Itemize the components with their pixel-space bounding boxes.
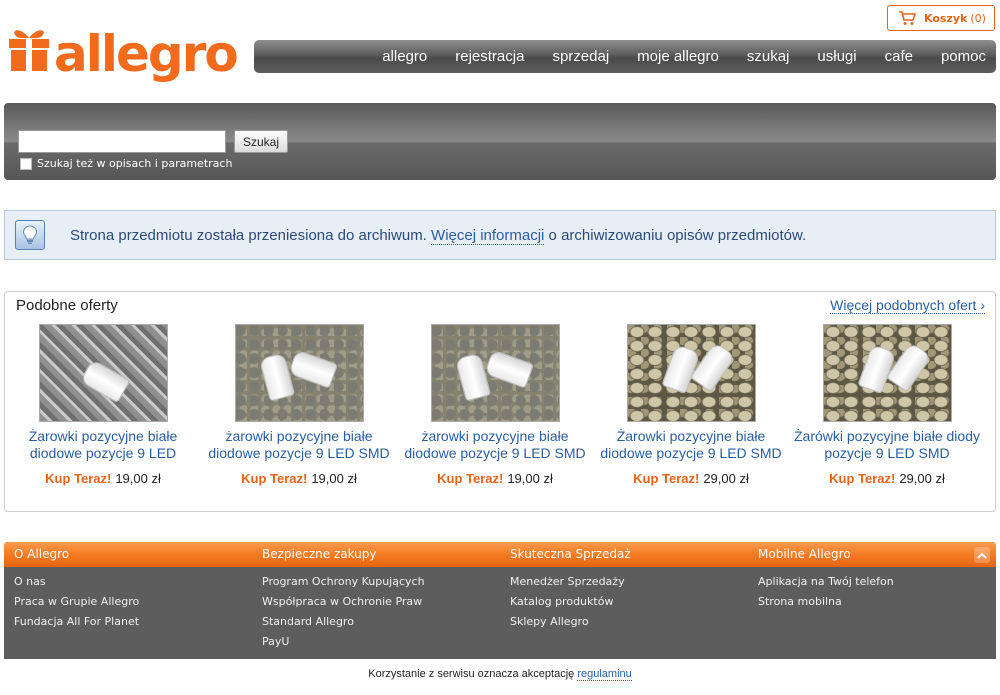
nav-item-uslugi[interactable]: usługi [817, 48, 856, 65]
footer-header: O Allegro Bezpieczne zakupy Skuteczna Sp… [4, 542, 996, 567]
offer-item[interactable]: żarowki pozycyjne białe diodowe pozycje … [204, 324, 394, 486]
offer-price-row: Kup Teraz! 19,00 zł [204, 471, 394, 486]
footer-link-ochrona-kupujacych[interactable]: Program Ochrony Kupujących [262, 572, 425, 592]
offer-image[interactable] [626, 324, 756, 422]
cart-count: (0) [970, 11, 986, 25]
search-descriptions-label: Szukaj też w opisach i parametrach [37, 157, 233, 170]
archive-notice: Strona przedmiotu została przeniesiona d… [4, 210, 996, 260]
buy-now-label: Kup Teraz! [633, 471, 700, 486]
terms-notice: Korzystanie z serwisu oznacza akceptację… [0, 668, 1000, 681]
offer-price: 19,00 zł [507, 471, 553, 486]
offer-price: 29,00 zł [899, 471, 945, 486]
cart-label: Koszyk [924, 11, 968, 25]
footer-heading-bezpieczne-zakupy: Bezpieczne zakupy [262, 547, 377, 561]
archive-message: Strona przedmiotu została przeniesiona d… [70, 226, 807, 245]
search-bar: Szukaj Szukaj też w opisach i parametrac… [4, 103, 996, 180]
footer-collapse-button[interactable] [974, 547, 990, 563]
footer-link-sklepy-allegro[interactable]: Sklepy Allegro [510, 612, 625, 632]
logo-text: allegro [54, 25, 239, 83]
footer-link-payu[interactable]: PayU [262, 632, 425, 652]
search-descriptions-checkbox[interactable] [20, 158, 32, 170]
more-similar-offers-link[interactable]: Więcej podobnych ofert › [830, 297, 985, 314]
gift-logo-icon [9, 30, 49, 71]
cart-button[interactable]: Koszyk (0) [887, 5, 995, 31]
footer-link-katalog-produktow[interactable]: Katalog produktów [510, 592, 625, 612]
more-info-link[interactable]: Więcej informacji [431, 226, 545, 245]
buy-now-label: Kup Teraz! [437, 471, 504, 486]
allegro-logo[interactable]: allegro [8, 25, 239, 88]
offer-item[interactable]: Żarowki pozycyjne białe diodowe pozycje … [8, 324, 198, 486]
footer-links: O nas Praca w Grupie Allegro Fundacja Al… [4, 567, 996, 659]
offer-title[interactable]: żarowki pozycyjne białe diodowe pozycje … [204, 428, 394, 462]
footer-link-o-nas[interactable]: O nas [14, 572, 139, 592]
nav-item-moje-allegro[interactable]: moje allegro [637, 48, 719, 65]
nav-item-sprzedaj[interactable]: sprzedaj [552, 48, 609, 65]
offer-image[interactable] [234, 324, 364, 422]
buy-now-label: Kup Teraz! [829, 471, 896, 486]
terms-link[interactable]: regulaminu [577, 668, 632, 681]
offer-price: 29,00 zł [703, 471, 749, 486]
offer-item[interactable]: żarowki pozycyjne białe diodowe pozycje … [400, 324, 590, 486]
archive-text-2: o archiwizowaniu opisów przedmiotów. [544, 226, 807, 244]
footer-link-aplikacja[interactable]: Aplikacja na Twój telefon [758, 572, 894, 592]
footer-link-fundacja[interactable]: Fundacja All For Planet [14, 612, 139, 632]
footer-heading-skuteczna-sprzedaz: Skuteczna Sprzedaż [510, 547, 631, 561]
offer-item[interactable]: Żarówki pozycyjne białe diody pozycje 9 … [792, 324, 982, 486]
footer-link-standard-allegro[interactable]: Standard Allegro [262, 612, 425, 632]
main-nav: allegro rejestracja sprzedaj moje allegr… [254, 40, 996, 73]
nav-item-szukaj[interactable]: szukaj [747, 48, 790, 65]
archive-text-1: Strona przedmiotu została przeniesiona d… [70, 226, 432, 244]
similar-offers: Podobne oferty Więcej podobnych ofert › … [4, 291, 996, 512]
buy-now-label: Kup Teraz! [241, 471, 308, 486]
search-input[interactable] [18, 130, 226, 153]
offer-title[interactable]: Żarówki pozycyjne białe diody pozycje 9 … [792, 428, 982, 462]
lightbulb-icon [15, 220, 45, 250]
footer-link-menedzer-sprzedazy[interactable]: Menedżer Sprzedaży [510, 572, 625, 592]
nav-item-rejestracja[interactable]: rejestracja [455, 48, 524, 65]
offer-title[interactable]: Żarowki pozycyjne białe diodowe pozycje … [596, 428, 786, 462]
footer-heading-mobilne-allegro: Mobilne Allegro [758, 547, 851, 561]
nav-item-pomoc[interactable]: pomoc [941, 48, 986, 65]
buy-now-label: Kup Teraz! [45, 471, 112, 486]
nav-item-cafe[interactable]: cafe [885, 48, 913, 65]
offer-image[interactable] [822, 324, 952, 422]
chevron-up-icon [977, 552, 987, 559]
offer-item[interactable]: Żarowki pozycyjne białe diodowe pozycje … [596, 324, 786, 486]
offer-title[interactable]: żarowki pozycyjne białe diodowe pozycje … [400, 428, 590, 462]
offer-price-row: Kup Teraz! 29,00 zł [596, 471, 786, 486]
offer-price: 19,00 zł [115, 471, 161, 486]
offer-price-row: Kup Teraz! 29,00 zł [792, 471, 982, 486]
cart-icon [899, 10, 916, 25]
offer-image[interactable] [38, 324, 168, 422]
offer-price-row: Kup Teraz! 19,00 zł [400, 471, 590, 486]
footer-link-praca[interactable]: Praca w Grupie Allegro [14, 592, 139, 612]
footer-link-ochrona-praw[interactable]: Współpraca w Ochronie Praw [262, 592, 425, 612]
offer-price: 19,00 zł [311, 471, 357, 486]
offer-title[interactable]: Żarowki pozycyjne białe diodowe pozycje … [8, 428, 198, 462]
search-button[interactable]: Szukaj [234, 130, 288, 153]
similar-offers-title: Podobne oferty [16, 297, 118, 314]
offer-price-row: Kup Teraz! 19,00 zł [8, 471, 198, 486]
nav-item-allegro[interactable]: allegro [382, 48, 427, 65]
footer-link-strona-mobilna[interactable]: Strona mobilna [758, 592, 894, 612]
footer-heading-o-allegro: O Allegro [14, 547, 70, 561]
offer-image[interactable] [430, 324, 560, 422]
terms-text: Korzystanie z serwisu oznacza akceptację [368, 668, 578, 680]
